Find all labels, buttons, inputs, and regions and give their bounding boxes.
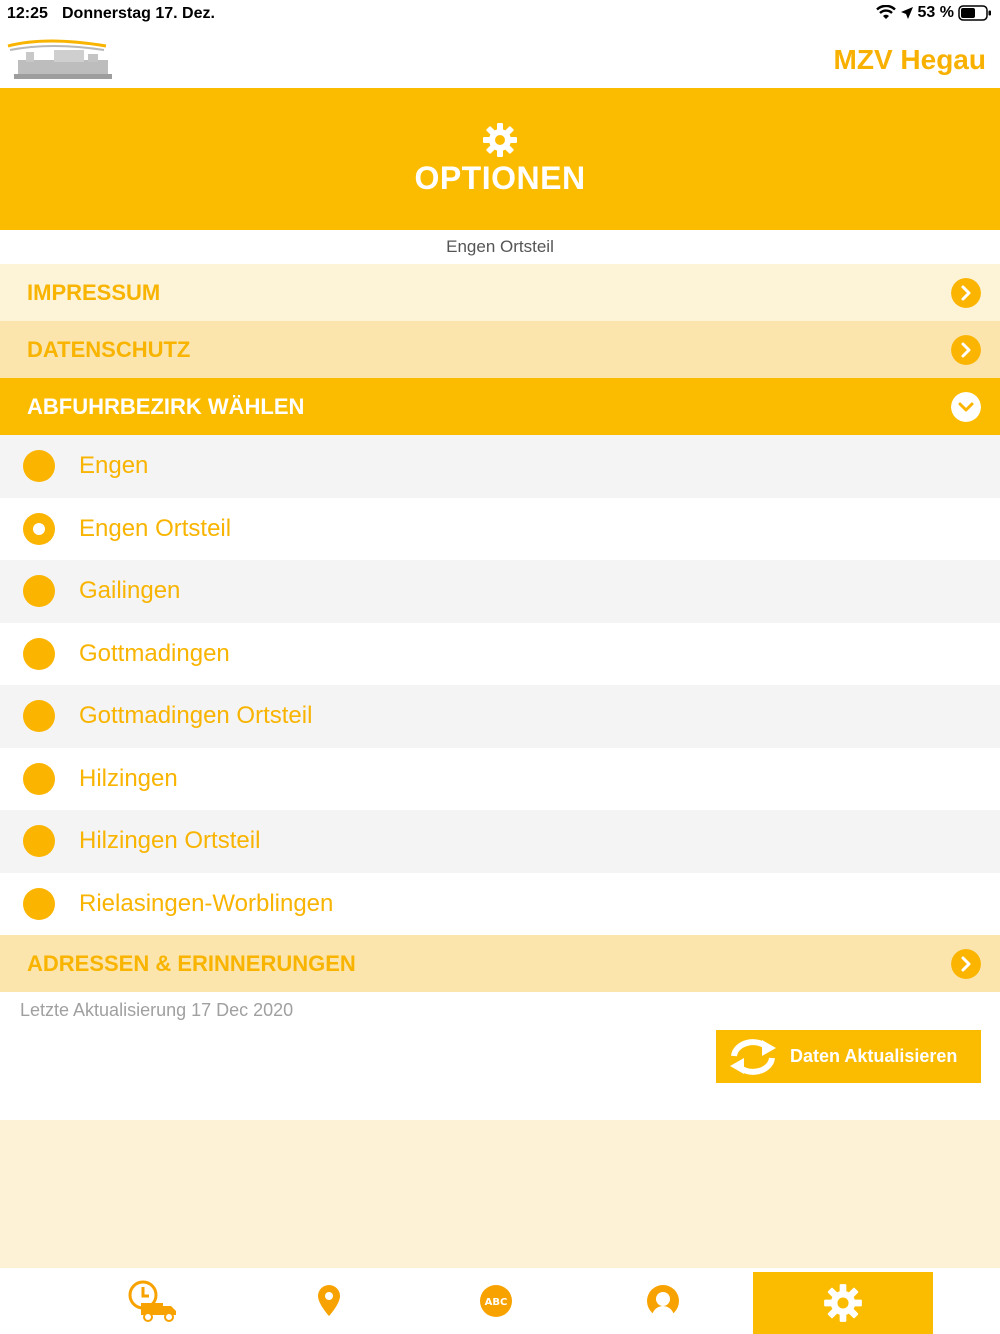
refresh-button-label: Daten Aktualisieren xyxy=(790,1046,958,1066)
battery-icon xyxy=(958,5,991,21)
tab-abc[interactable]: ABC xyxy=(413,1268,579,1334)
radio-icon[interactable] xyxy=(23,637,55,670)
district-option[interactable]: Engen Ortsteil xyxy=(0,497,1000,560)
radio-selected-icon[interactable] xyxy=(23,512,55,545)
footer-area xyxy=(0,1120,1000,1268)
menu-item-adressen[interactable]: ADRESSEN & ERINNERUNGEN xyxy=(0,935,1000,992)
district-option[interactable]: Gottmadingen xyxy=(0,622,1000,685)
district-option[interactable]: Engen xyxy=(0,435,1000,498)
district-label: Gottmadingen xyxy=(79,639,230,667)
district-option[interactable]: Hilzingen Ortsteil xyxy=(0,810,1000,873)
logo-icon xyxy=(7,39,112,79)
truck-clock-icon xyxy=(128,1280,176,1322)
last-update-text: Letzte Aktualisierung 17 Dec 2020 xyxy=(20,1000,294,1020)
radio-icon[interactable] xyxy=(23,450,55,483)
status-time: 12:25 xyxy=(7,5,48,22)
wifi-icon xyxy=(875,5,896,19)
menu-item-label: DATENSCHUTZ xyxy=(27,336,191,362)
menu-item-label: ABFUHRBEZIRK WÄHLEN xyxy=(27,393,305,419)
refresh-data-button[interactable]: Daten Aktualisieren xyxy=(716,1030,981,1083)
chevron-right-icon xyxy=(951,949,981,979)
district-label: Hilzingen Ortsteil xyxy=(79,827,261,855)
battery-percent: 53 % xyxy=(917,4,954,21)
status-bar: 12:25 Donnerstag 17. Dez. 53 % xyxy=(0,0,1000,28)
top-bar: MZV Hegau xyxy=(0,28,1000,88)
status-indicators: 53 % xyxy=(875,4,992,22)
district-option[interactable]: Rielasingen-Worblingen xyxy=(0,872,1000,935)
abc-icon: ABC xyxy=(480,1285,512,1317)
district-label: Engen Ortsteil xyxy=(79,514,232,542)
district-option[interactable]: Hilzingen xyxy=(0,747,1000,810)
gear-icon xyxy=(483,123,517,157)
tab-bar: ABC xyxy=(0,1268,1000,1334)
selected-district-label: Engen Ortsteil xyxy=(446,237,554,256)
menu-item-datenschutz[interactable]: DATENSCHUTZ xyxy=(0,321,1000,378)
tab-options[interactable] xyxy=(753,1272,933,1334)
district-label: Gailingen xyxy=(79,577,181,605)
radio-icon[interactable] xyxy=(23,762,55,795)
chevron-down-icon xyxy=(951,392,981,422)
chevron-right-icon xyxy=(951,335,981,365)
radio-icon[interactable] xyxy=(23,700,55,733)
gear-icon xyxy=(824,1284,862,1322)
radio-icon[interactable] xyxy=(23,825,55,858)
user-icon xyxy=(647,1285,679,1317)
tab-schedule[interactable] xyxy=(70,1268,236,1334)
location-arrow-icon xyxy=(900,7,913,19)
svg-text:ABC: ABC xyxy=(485,1297,508,1308)
district-label: Rielasingen-Worblingen xyxy=(79,889,334,917)
menu-item-label: ADRESSEN & ERINNERUNGEN xyxy=(27,950,356,976)
tab-contact[interactable] xyxy=(580,1268,746,1334)
status-date: Donnerstag 17. Dez. xyxy=(62,5,215,22)
menu-item-abfuhrbezirk[interactable]: ABFUHRBEZIRK WÄHLEN xyxy=(0,378,1000,435)
menu-item-impressum[interactable]: IMPRESSUM xyxy=(0,264,1000,321)
district-label: Hilzingen xyxy=(79,764,178,792)
radio-icon[interactable] xyxy=(23,575,55,608)
district-label: Engen xyxy=(79,452,149,480)
district-label: Gottmadingen Ortsteil xyxy=(79,702,313,730)
options-header: OPTIONEN xyxy=(0,88,1000,230)
brand-title: MZV Hegau xyxy=(833,44,986,75)
tab-locations[interactable] xyxy=(246,1268,412,1334)
refresh-icon xyxy=(730,1039,776,1075)
chevron-right-icon xyxy=(951,278,981,308)
location-pin-icon xyxy=(318,1285,340,1316)
page-title: OPTIONEN xyxy=(414,160,586,196)
district-option[interactable]: Gottmadingen Ortsteil xyxy=(0,685,1000,748)
menu-item-label: IMPRESSUM xyxy=(27,279,161,305)
district-option[interactable]: Gailingen xyxy=(0,560,1000,623)
radio-icon[interactable] xyxy=(23,887,55,920)
